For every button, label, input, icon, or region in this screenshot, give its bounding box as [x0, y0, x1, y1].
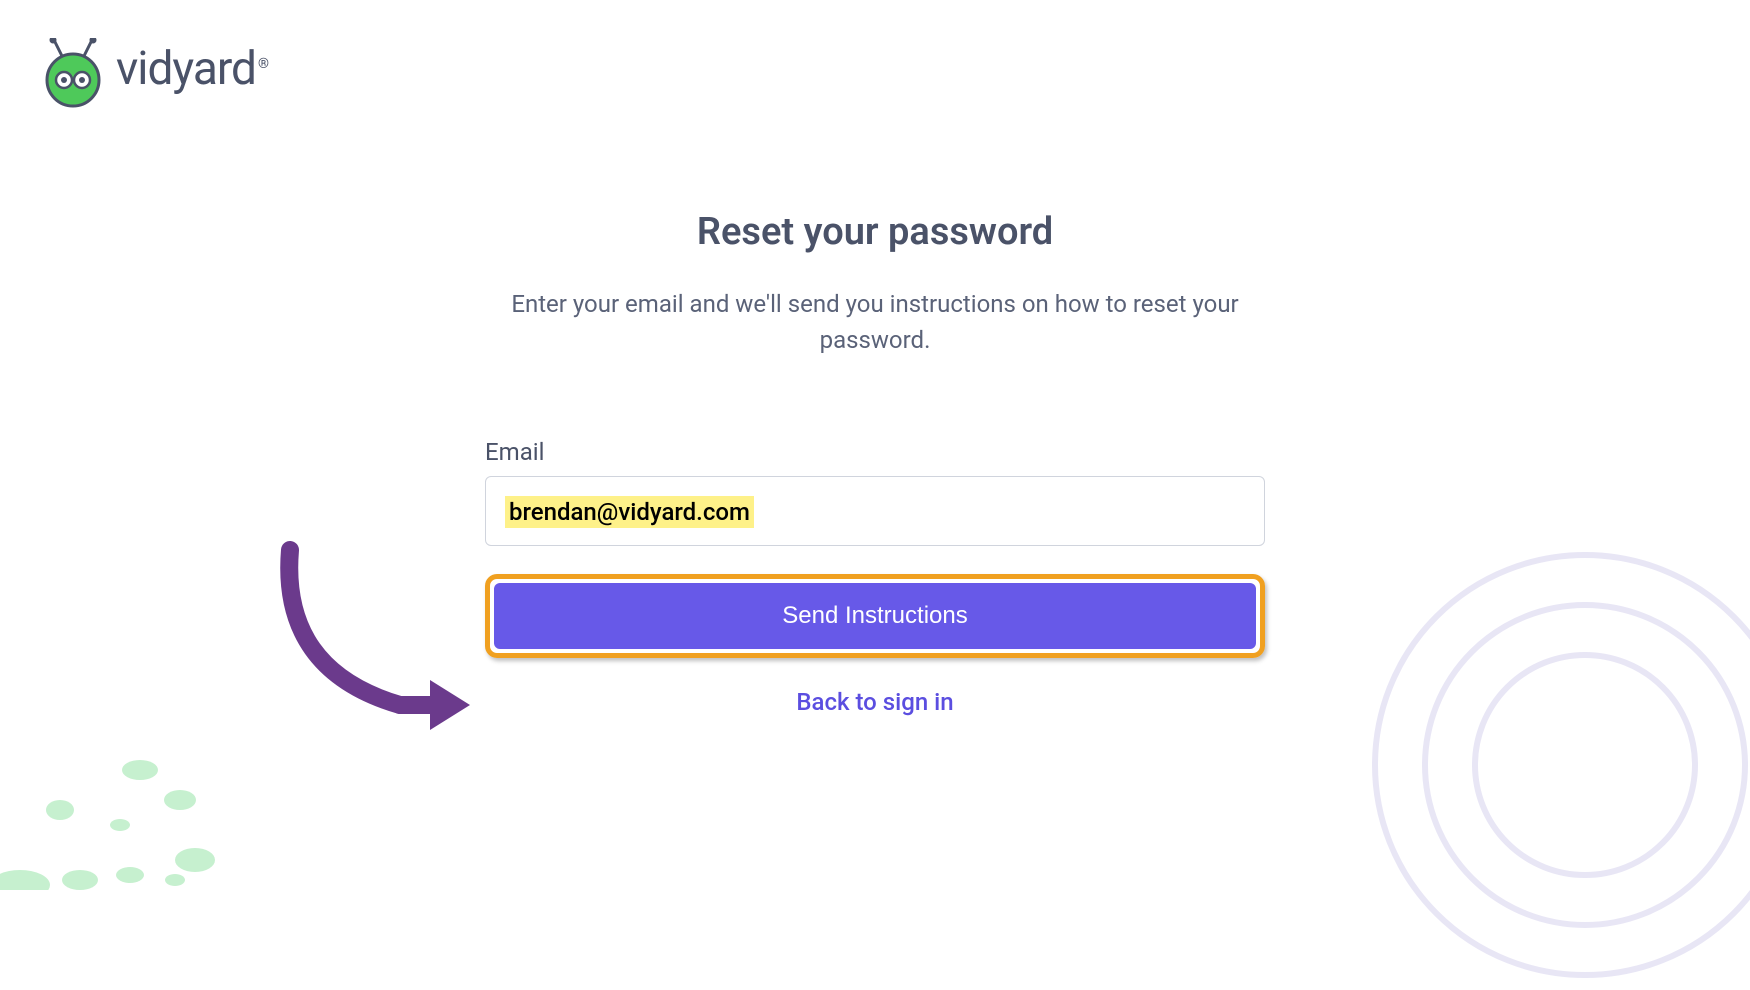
send-instructions-button[interactable]: Send Instructions — [494, 583, 1256, 649]
brand-logo: vidyard® — [42, 38, 268, 100]
arrow-annotation-icon — [250, 540, 480, 740]
email-field[interactable] — [485, 476, 1265, 546]
brand-name: vidyard® — [116, 42, 268, 96]
back-to-signin-link[interactable]: Back to sign in — [796, 688, 953, 716]
button-highlight-annotation: Send Instructions — [485, 574, 1265, 658]
vidyard-logo-icon — [42, 38, 104, 100]
reset-password-form: Reset your password Enter your email and… — [485, 210, 1265, 716]
email-form-group: Email brendan@vidyard.com — [485, 438, 1265, 546]
email-label: Email — [485, 438, 1265, 466]
page-title: Reset your password — [485, 210, 1265, 254]
decorative-blobs-icon — [0, 710, 240, 890]
decorative-circles-icon — [1360, 540, 1750, 990]
page-subtitle: Enter your email and we'll send you inst… — [485, 286, 1265, 358]
